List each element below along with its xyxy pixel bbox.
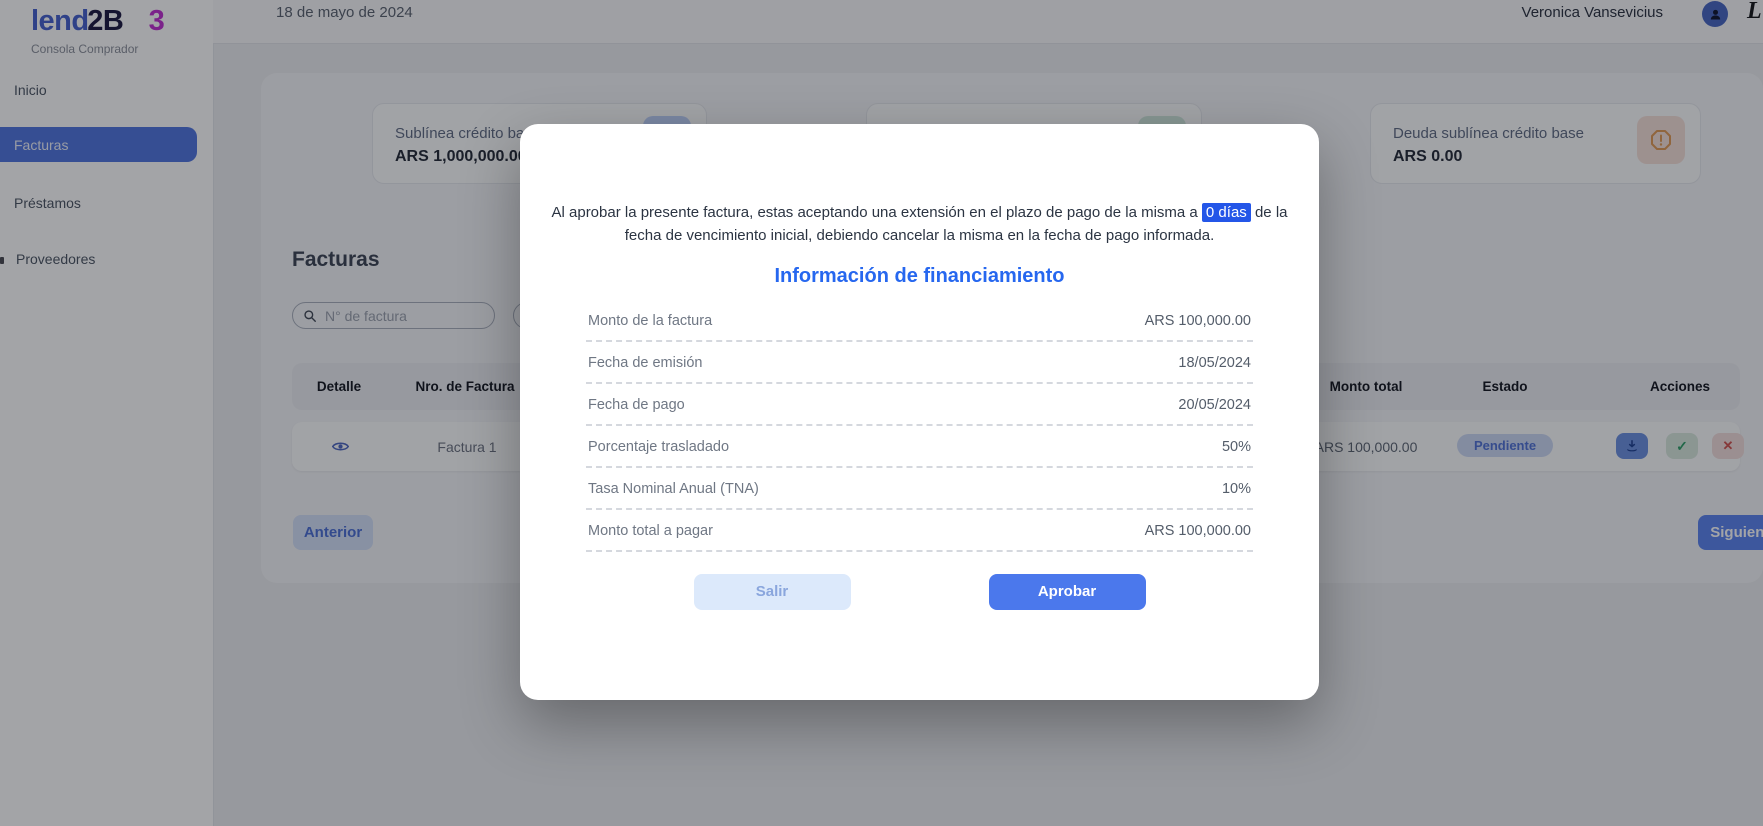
financing-modal: Al aprobar la presente factura, estas ac… — [520, 124, 1319, 700]
approve-button[interactable]: Aprobar — [989, 574, 1146, 610]
modal-actions: Salir Aprobar — [548, 574, 1291, 610]
detail-row: Fecha de pago 20/05/2024 — [586, 384, 1253, 426]
detail-label: Fecha de pago — [588, 395, 685, 415]
detail-value: 10% — [1222, 479, 1251, 499]
extension-days-highlight: 0 días — [1202, 203, 1251, 222]
detail-label: Porcentaje trasladado — [588, 437, 729, 457]
detail-label: Tasa Nominal Anual (TNA) — [588, 479, 759, 499]
financing-details: Monto de la factura ARS 100,000.00 Fecha… — [586, 300, 1253, 552]
detail-row: Monto de la factura ARS 100,000.00 — [586, 300, 1253, 342]
detail-value: 50% — [1222, 437, 1251, 457]
detail-label: Monto total a pagar — [588, 521, 713, 541]
app-window: lend32B Consola Comprador Inicio Factura… — [0, 0, 1763, 826]
detail-value: 20/05/2024 — [1178, 395, 1251, 415]
detail-value: ARS 100,000.00 — [1145, 311, 1251, 331]
detail-value: 18/05/2024 — [1178, 353, 1251, 373]
detail-label: Monto de la factura — [588, 311, 712, 331]
detail-row: Fecha de emisión 18/05/2024 — [586, 342, 1253, 384]
detail-value: ARS 100,000.00 — [1145, 521, 1251, 541]
approval-message: Al aprobar la presente factura, estas ac… — [548, 202, 1291, 248]
exit-button[interactable]: Salir — [694, 574, 851, 610]
detail-row: Monto total a pagar ARS 100,000.00 — [586, 510, 1253, 552]
detail-row: Tasa Nominal Anual (TNA) 10% — [586, 468, 1253, 510]
detail-label: Fecha de emisión — [588, 353, 702, 373]
modal-title: Información de financiamiento — [548, 265, 1291, 288]
detail-row: Porcentaje trasladado 50% — [586, 426, 1253, 468]
